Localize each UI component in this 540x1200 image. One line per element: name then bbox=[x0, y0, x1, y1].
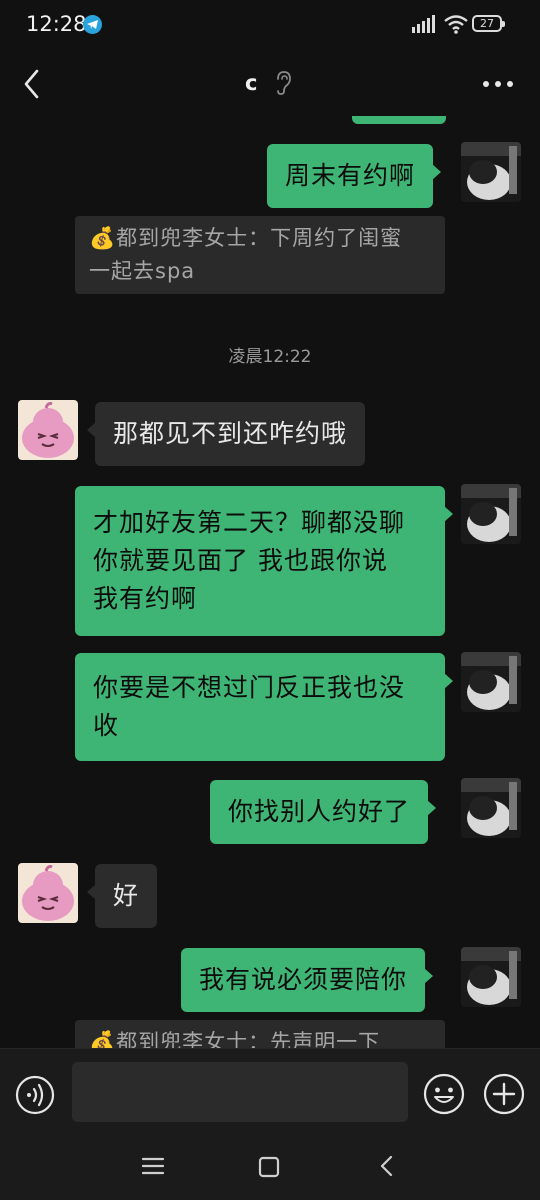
my-avatar[interactable] bbox=[461, 652, 521, 712]
message-bubble-mine[interactable]: 你找别人约好了 bbox=[210, 780, 437, 844]
message-text: 你找别人约好了 bbox=[228, 797, 411, 826]
avatar-photo bbox=[461, 142, 521, 202]
plus-button[interactable] bbox=[483, 1073, 525, 1115]
recent-apps-icon[interactable] bbox=[142, 1156, 164, 1176]
plus-icon bbox=[483, 1073, 525, 1115]
status-bar: 12:28 27 bbox=[0, 0, 540, 52]
signal-icon bbox=[412, 15, 435, 33]
ear-icon bbox=[274, 70, 292, 100]
my-avatar[interactable] bbox=[461, 484, 521, 544]
quote-line-1: 💰都到兜李女士：先声明一下 bbox=[89, 1030, 381, 1048]
back-button[interactable] bbox=[18, 66, 48, 102]
avatar-photo bbox=[18, 863, 78, 923]
avatar-photo bbox=[18, 400, 78, 460]
wifi-icon bbox=[444, 15, 468, 34]
avatar-photo bbox=[461, 778, 521, 838]
message-bubble-mine[interactable]: 才加好友第二天？聊都没聊 你就要见面了 我也跟你说 我有约啊 bbox=[75, 486, 453, 636]
my-avatar[interactable] bbox=[461, 142, 521, 202]
message-text-line: 才加好友第二天？聊都没聊 bbox=[93, 508, 406, 537]
message-text-line: 我有约啊 bbox=[93, 584, 198, 613]
message-text-line: 收 bbox=[93, 711, 120, 740]
system-back-icon[interactable] bbox=[378, 1154, 396, 1178]
input-bar bbox=[0, 1048, 540, 1137]
voice-button[interactable] bbox=[15, 1075, 55, 1115]
voice-icon bbox=[15, 1075, 55, 1115]
system-navigation-bar bbox=[0, 1136, 540, 1200]
emoji-icon bbox=[423, 1073, 465, 1115]
contact-avatar[interactable] bbox=[18, 400, 78, 460]
message-bubble-theirs[interactable]: 好 bbox=[86, 864, 158, 928]
message-input[interactable] bbox=[72, 1062, 408, 1122]
quoted-message[interactable]: 💰都到兜李女士：先声明一下 bbox=[75, 1020, 445, 1048]
message-bubble-theirs[interactable]: 那都见不到还咋约哦 bbox=[86, 402, 366, 466]
chat-header: c bbox=[0, 52, 540, 116]
quote-line-1: 💰都到兜李女士：下周约了闺蜜 bbox=[89, 226, 403, 250]
avatar-photo bbox=[461, 652, 521, 712]
my-avatar[interactable] bbox=[461, 778, 521, 838]
message-text: 好 bbox=[113, 881, 140, 910]
telegram-icon bbox=[83, 15, 102, 34]
chat-title: c bbox=[245, 71, 258, 95]
emoji-button[interactable] bbox=[423, 1073, 465, 1115]
message-text: 我有说必须要陪你 bbox=[199, 965, 408, 994]
more-button[interactable] bbox=[480, 72, 516, 96]
message-bubble-mine[interactable]: 你要是不想过门反正我也没 收 bbox=[75, 653, 453, 761]
quote-line-2: 一起去spa bbox=[89, 259, 196, 283]
message-bubble-mine[interactable]: 周末有约啊 bbox=[267, 144, 442, 208]
message-text: 周末有约啊 bbox=[285, 161, 416, 190]
more-dots-icon bbox=[483, 81, 513, 87]
battery-icon: 27 bbox=[472, 15, 505, 32]
home-icon[interactable] bbox=[258, 1156, 280, 1178]
my-avatar[interactable] bbox=[461, 947, 521, 1007]
message-bubble-mine[interactable]: 我有说必须要陪你 bbox=[181, 948, 434, 1012]
quoted-message[interactable]: 💰都到兜李女士：下周约了闺蜜 一起去spa bbox=[75, 216, 445, 294]
message-bubble-partial bbox=[352, 116, 446, 124]
status-time: 12:28 bbox=[26, 12, 87, 36]
avatar-photo bbox=[461, 947, 521, 1007]
message-list[interactable]: 周末有约啊 💰都到兜李女士：下周约了闺蜜 一起去spa 凌晨12:22 那都见不… bbox=[0, 116, 540, 1048]
chevron-left-icon bbox=[24, 69, 39, 99]
message-text: 那都见不到还咋约哦 bbox=[113, 419, 348, 448]
message-text-line: 你要是不想过门反正我也没 bbox=[93, 673, 406, 702]
message-text-line: 你就要见面了 我也跟你说 bbox=[93, 546, 388, 575]
avatar-photo bbox=[461, 484, 521, 544]
contact-avatar[interactable] bbox=[18, 863, 78, 923]
message-timestamp: 凌晨12:22 bbox=[228, 347, 312, 367]
